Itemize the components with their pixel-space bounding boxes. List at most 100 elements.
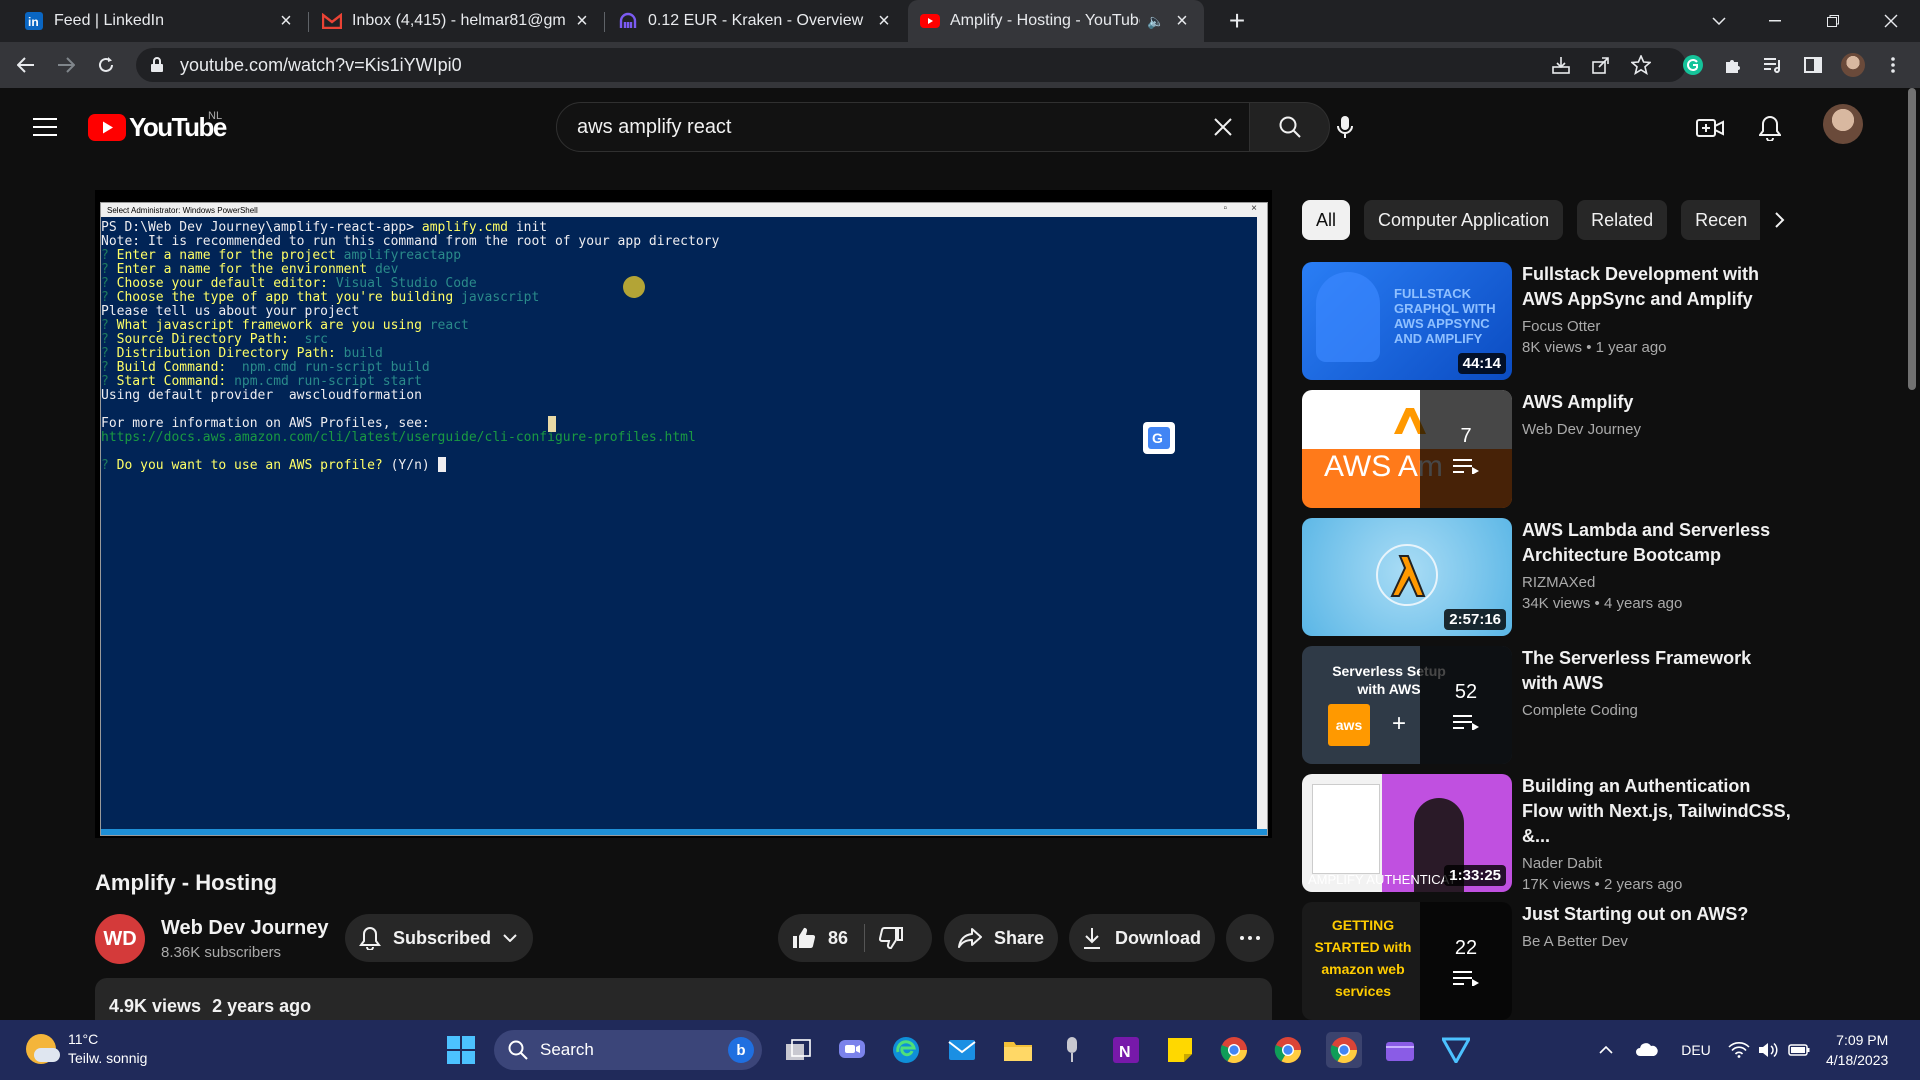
close-icon[interactable]: × [572, 10, 592, 32]
search-input[interactable]: aws amplify react [556, 102, 1250, 152]
video-thumbnail[interactable]: AMPLIFY AUTHENTICAT 1:33:25 [1302, 774, 1512, 892]
browser-menu-icon[interactable] [1876, 48, 1910, 82]
extensions-puzzle-icon[interactable] [1716, 48, 1750, 82]
download-button[interactable]: Download [1069, 914, 1215, 962]
taskbar-search[interactable]: Search b [494, 1030, 762, 1070]
podcast-mic-icon[interactable] [1054, 1032, 1090, 1068]
video-title[interactable]: Fullstack Development with AWS AppSync a… [1522, 262, 1792, 312]
playlist-thumbnail[interactable]: AWS Am 7 [1302, 390, 1512, 508]
share-button[interactable]: Share [944, 914, 1058, 962]
chip-computer-application[interactable]: Computer Application [1364, 200, 1564, 240]
share-page-icon[interactable] [1584, 48, 1618, 82]
channel-name[interactable]: Focus Otter [1522, 318, 1792, 335]
file-explorer-icon[interactable] [1000, 1032, 1036, 1068]
clear-search-icon[interactable] [1203, 107, 1243, 147]
chrome-active-icon[interactable] [1326, 1032, 1362, 1068]
new-tab-button[interactable]: + [1221, 5, 1253, 37]
tab-youtube-active[interactable]: Amplify - Hosting - YouTube 🔈 × [908, 0, 1204, 42]
battery-icon[interactable] [1786, 1034, 1812, 1066]
address-bar[interactable]: youtube.com/watch?v=Kis1iYWIpi0 [136, 48, 1686, 82]
video-title[interactable]: AWS Amplify [1522, 390, 1792, 415]
mail-icon[interactable] [944, 1032, 980, 1068]
channel-owner[interactable]: WD Web Dev Journey 8.36K subscribers [95, 912, 328, 966]
task-view-icon[interactable] [780, 1032, 816, 1068]
chip-related[interactable]: Related [1577, 200, 1668, 240]
sticky-notes-icon[interactable] [1162, 1032, 1198, 1068]
video-thumbnail[interactable]: FULLSTACK GRAPHQL WITH AWS APPSYNC AND A… [1302, 262, 1512, 380]
bookmark-star-icon[interactable] [1624, 48, 1658, 82]
channel-name[interactable]: Web Dev Journey [1522, 421, 1792, 438]
page-scrollbar[interactable] [1908, 88, 1916, 390]
teams-chat-icon[interactable] [834, 1032, 870, 1068]
close-icon[interactable]: × [276, 10, 296, 32]
lock-icon[interactable] [150, 57, 166, 73]
show-hidden-icons-chevron[interactable] [1592, 1034, 1620, 1066]
recommendation-playlist[interactable]: AWS Am 7 AWS Amplify Web Dev Journey [1302, 390, 1802, 508]
windows-start-icon[interactable] [443, 1032, 479, 1068]
channel-name[interactable]: RIZMAXed [1522, 574, 1792, 591]
playlist-thumbnail[interactable]: GETTING STARTED with amazon web services… [1302, 902, 1512, 1020]
system-clock[interactable]: 7:09 PM 4/18/2023 [1826, 1030, 1888, 1070]
tab-kraken[interactable]: 0.12 EUR - Kraken - Overview × [606, 0, 906, 42]
channel-name[interactable]: Be A Better Dev [1522, 933, 1792, 950]
wifi-icon[interactable] [1726, 1034, 1752, 1066]
chrome-profile-1-icon[interactable] [1216, 1032, 1252, 1068]
install-app-icon[interactable] [1544, 48, 1578, 82]
chip-all[interactable]: All [1302, 200, 1351, 240]
playlist-thumbnail[interactable]: Serverless Setup with AWS aws + 52 [1302, 646, 1512, 764]
close-window-icon[interactable] [1868, 0, 1914, 42]
channel-name[interactable]: Complete Coding [1522, 702, 1792, 719]
edge-icon[interactable] [888, 1032, 924, 1068]
youtube-logo[interactable]: YouTube NL [88, 110, 227, 143]
video-title[interactable]: AWS Lambda and Serverless Architecture B… [1522, 518, 1792, 568]
channel-name[interactable]: Web Dev Journey [161, 917, 328, 940]
side-panel-icon[interactable] [1796, 48, 1830, 82]
video-title[interactable]: Building an Authentication Flow with Nex… [1522, 774, 1792, 849]
dislike-button[interactable] [865, 914, 904, 962]
account-avatar[interactable] [1823, 104, 1863, 144]
recommendation-item[interactable]: 2:57:16 AWS Lambda and Serverless Archit… [1302, 518, 1802, 636]
speaker-icon[interactable]: 🔈 [1146, 11, 1166, 31]
recommendation-playlist[interactable]: Serverless Setup with AWS aws + 52 The S… [1302, 646, 1802, 764]
video-thumbnail[interactable]: 2:57:16 [1302, 518, 1512, 636]
minimize-icon[interactable] [1752, 0, 1798, 42]
close-icon[interactable]: × [874, 10, 894, 32]
translate-icon[interactable]: G [1143, 422, 1175, 454]
grammarly-extension-icon[interactable] [1676, 48, 1710, 82]
channel-name[interactable]: Nader Dabit [1522, 855, 1792, 872]
recommendation-item[interactable]: FULLSTACK GRAPHQL WITH AWS APPSYNC AND A… [1302, 262, 1802, 380]
more-actions-button[interactable] [1226, 914, 1274, 962]
video-editor-icon[interactable] [1382, 1032, 1418, 1068]
video-title[interactable]: The Serverless Framework with AWS [1522, 646, 1792, 696]
chrome-profile-2-icon[interactable] [1270, 1032, 1306, 1068]
search-query[interactable]: aws amplify react [577, 116, 1203, 139]
tab-linkedin[interactable]: in Feed | LinkedIn × [12, 0, 308, 42]
weather-widget[interactable]: 11°C Teilw. sonnig [26, 1030, 147, 1068]
guide-menu-icon[interactable] [28, 110, 62, 144]
search-button[interactable] [1250, 102, 1330, 152]
recommendation-playlist[interactable]: GETTING STARTED with amazon web services… [1302, 902, 1802, 1020]
vpn-app-icon[interactable] [1438, 1032, 1474, 1068]
video-title[interactable]: Just Starting out on AWS? [1522, 902, 1792, 927]
chip-next-button[interactable] [1760, 200, 1800, 240]
back-icon[interactable] [10, 49, 42, 81]
recommendation-item[interactable]: AMPLIFY AUTHENTICAT 1:33:25 Building an … [1302, 774, 1802, 893]
video-progress-bar[interactable] [101, 829, 1267, 835]
onenote-icon[interactable]: N [1108, 1032, 1144, 1068]
reload-icon[interactable] [90, 49, 122, 81]
volume-icon[interactable] [1756, 1034, 1782, 1066]
create-video-icon[interactable] [1688, 106, 1732, 150]
restore-icon[interactable] [1810, 0, 1856, 42]
notifications-bell-icon[interactable] [1748, 106, 1792, 150]
like-button[interactable]: 86 [778, 914, 848, 962]
media-control-icon[interactable] [1756, 48, 1790, 82]
forward-icon[interactable] [50, 49, 82, 81]
chip-recent[interactable]: Recen [1681, 200, 1768, 240]
subscribed-button[interactable]: Subscribed [345, 914, 533, 962]
language-indicator[interactable]: DEU [1676, 1034, 1716, 1066]
channel-avatar[interactable]: WD [95, 914, 145, 964]
tab-search-chevron-icon[interactable] [1696, 0, 1742, 42]
tab-gmail[interactable]: Inbox (4,415) - helmar81@gmail.c × [310, 0, 604, 42]
close-icon[interactable]: × [1172, 10, 1192, 32]
profile-avatar[interactable] [1836, 48, 1870, 82]
